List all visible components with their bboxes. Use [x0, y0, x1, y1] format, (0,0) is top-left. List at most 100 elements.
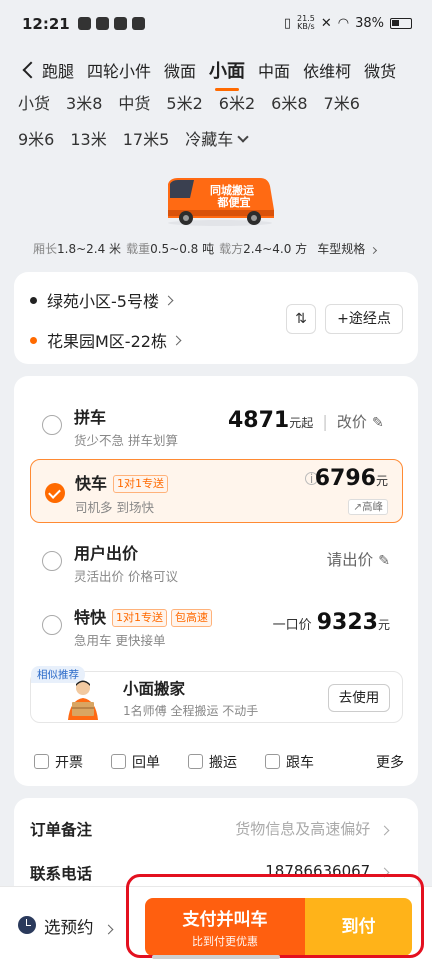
pay-and-call-button[interactable]: 支付并叫车 比到付更优惠: [145, 898, 305, 956]
start-address[interactable]: 绿苑小区-5号楼: [30, 288, 174, 312]
checked-icon: [45, 483, 65, 503]
size-option[interactable]: 9米6: [18, 128, 54, 164]
tab-iveco[interactable]: 依维柯: [303, 58, 351, 82]
battery-icon: [390, 17, 412, 29]
size-option[interactable]: 3米8: [66, 92, 102, 128]
spec-length-label: 厢长: [33, 242, 58, 256]
option-express[interactable]: 快车 1对1专送 司机多 到场快 i 6796元 ↗高峰: [30, 459, 403, 523]
checkbox[interactable]: [34, 754, 49, 769]
remarks-row[interactable]: 订单备注 货物信息及高速偏好: [30, 818, 402, 840]
status-time: 12:21: [22, 15, 70, 33]
option-super-express[interactable]: 特快 1对1专送 包高速 急用车 更快接单 一口价 9323元: [28, 602, 404, 650]
chevron-right-icon: [379, 825, 390, 836]
phone-value: 18786636067: [265, 862, 390, 880]
option-carpool[interactable]: 拼车 货少不急 拼车划算 4871元起 | 改价 ✎: [28, 402, 404, 450]
extra-invoice[interactable]: 开票: [34, 752, 83, 772]
app-notification-icon: [96, 17, 109, 30]
option-title: 快车: [75, 474, 108, 493]
recommend-card[interactable]: 相似推荐 小面搬家 1名师傅 全程搬运 不动手 去使用: [30, 666, 403, 723]
start-address-text: 绿苑小区-5号楼: [47, 292, 159, 311]
size-option[interactable]: 5米2: [166, 92, 202, 128]
option-user-bid[interactable]: 用户出价 灵活出价 价格可议 请出价 ✎: [28, 538, 404, 586]
trend-up-icon: ↗: [353, 501, 362, 513]
radio-button[interactable]: [42, 615, 62, 635]
bid-button[interactable]: 请出价: [327, 551, 374, 569]
extra-label: 搬运: [209, 755, 237, 771]
extra-receipt[interactable]: 回单: [111, 752, 160, 772]
swap-address-button[interactable]: ⇅: [286, 304, 316, 334]
remarks-label: 订单备注: [30, 821, 93, 839]
size-option[interactable]: 6米2: [219, 92, 255, 128]
status-bar: 12:21 ▯ 21.5 KB/s ✕ ◠ 38%: [0, 0, 432, 48]
app-notification-icon: [78, 17, 91, 30]
size-option[interactable]: 小货: [18, 92, 50, 128]
size-option[interactable]: 17米5: [123, 128, 170, 164]
tab-small-van[interactable]: 小面: [209, 57, 245, 91]
radio-button[interactable]: [42, 551, 62, 571]
size-option-refrigerated[interactable]: 冷藏车: [185, 128, 249, 164]
edit-price-button[interactable]: 改价: [337, 413, 367, 431]
option-subtitle: 司机多 到场快: [75, 500, 154, 515]
mover-avatar: [68, 680, 98, 720]
chevron-right-icon: [103, 924, 114, 935]
size-option-label: 冷藏车: [185, 130, 234, 149]
phone-row[interactable]: 联系电话 18786636067: [30, 862, 402, 884]
van-slogan-line2: 都便宜: [217, 195, 251, 209]
badge-highway: 包高速: [171, 609, 213, 627]
option-title: 特快: [74, 608, 107, 627]
chevron-right-icon: [369, 246, 378, 255]
option-subtitle: 急用车 更快接单: [74, 633, 166, 648]
vehicle-spec-link[interactable]: 车型规格: [317, 240, 378, 257]
extra-label: 跟车: [286, 755, 314, 771]
chevron-down-icon: [237, 131, 249, 143]
spec-volume-value: 2.4~4.0 方: [243, 242, 308, 256]
end-address-text: 花果园M区-22栋: [47, 332, 167, 351]
extra-label: 回单: [132, 755, 160, 771]
order-options-card: 拼车 货少不急 拼车划算 4871元起 | 改价 ✎ 快车 1对1专送 司机多 到…: [14, 376, 418, 786]
option-title: 用户出价: [74, 544, 139, 563]
back-arrow-icon[interactable]: [4, 55, 42, 85]
add-waypoint-button[interactable]: +途经点: [325, 304, 403, 334]
start-dot-icon: [30, 296, 37, 304]
home-indicator[interactable]: [152, 955, 280, 959]
message-icon: [132, 17, 145, 30]
battery-percent: 38%: [355, 15, 384, 31]
wifi-icon: ◠: [337, 15, 350, 31]
pencil-icon: ✎: [371, 415, 384, 431]
spec-load-value: 0.5~0.8 吨: [150, 242, 215, 256]
remarks-placeholder: 货物信息及高速偏好: [235, 820, 371, 838]
end-address[interactable]: 花果园M区-22栋: [30, 328, 182, 352]
option-price: 9323: [316, 610, 378, 635]
radio-button[interactable]: [42, 415, 62, 435]
pay-main-label: 支付并叫车: [182, 910, 268, 930]
end-dot-icon: [30, 336, 37, 344]
tab-mini-truck[interactable]: 微货: [364, 58, 396, 82]
remarks-value: 货物信息及高速偏好: [235, 818, 390, 839]
chevron-right-icon: [379, 867, 390, 878]
tab-mini-van[interactable]: 微面: [164, 58, 196, 82]
use-recommend-button[interactable]: 去使用: [328, 684, 390, 712]
cash-on-delivery-button[interactable]: 到付: [305, 898, 412, 956]
peak-tag: ↗高峰: [348, 499, 388, 515]
option-subtitle: 灵活出价 价格可议: [74, 569, 178, 584]
extra-carry[interactable]: 搬运: [188, 752, 237, 772]
size-option[interactable]: 13米: [70, 128, 106, 164]
tab-medium-van[interactable]: 中面: [258, 58, 290, 82]
spec-volume-label: 载方: [219, 242, 244, 256]
pencil-icon: ✎: [378, 553, 390, 569]
size-option[interactable]: 7米6: [324, 92, 360, 128]
checkbox[interactable]: [265, 754, 280, 769]
checkbox[interactable]: [188, 754, 203, 769]
tiktok-icon: [114, 17, 127, 30]
reserve-button[interactable]: 选预约: [44, 914, 114, 938]
option-subtitle: 货少不急 拼车划算: [74, 433, 178, 448]
extra-ride-along[interactable]: 跟车: [265, 752, 314, 772]
size-option[interactable]: 6米8: [271, 92, 307, 128]
checkbox[interactable]: [111, 754, 126, 769]
tab-paotui[interactable]: 跑腿: [42, 58, 74, 82]
size-option[interactable]: 中货: [118, 92, 150, 128]
reserve-label: 选预约: [44, 918, 94, 937]
more-extras-button[interactable]: 更多: [376, 752, 404, 772]
spec-length-value: 1.8~2.4 米: [57, 242, 122, 256]
tab-four-wheel[interactable]: 四轮小件: [87, 58, 151, 82]
